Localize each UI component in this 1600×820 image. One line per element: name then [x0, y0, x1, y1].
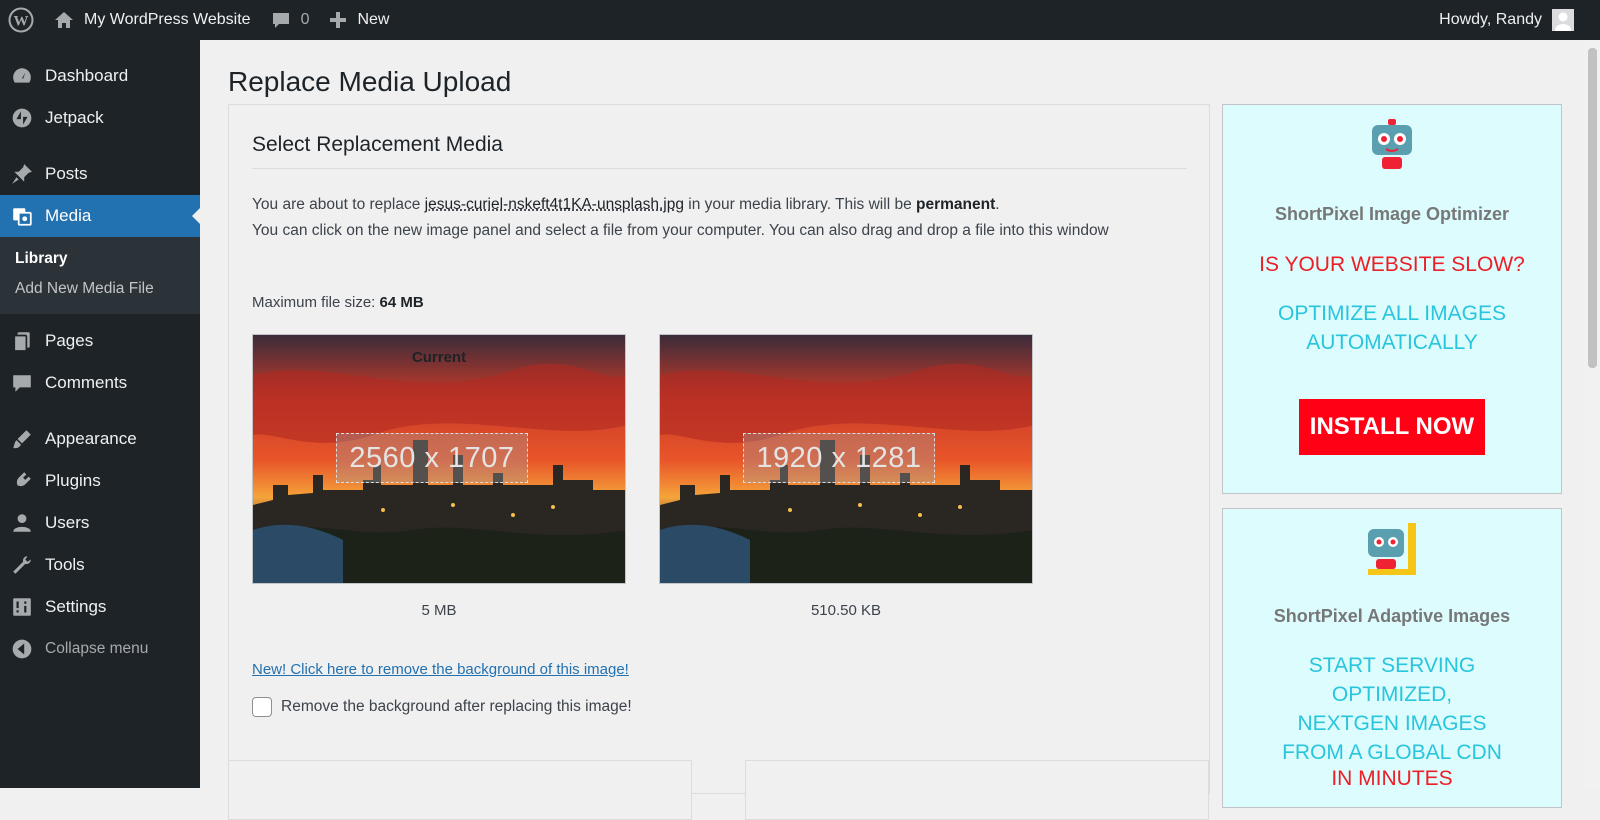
- pin-icon: [11, 163, 33, 185]
- sidebar-item-label: Settings: [45, 597, 106, 617]
- page-scrollbar[interactable]: [1584, 40, 1600, 788]
- sidebar-item-appearance[interactable]: Appearance: [0, 418, 200, 460]
- new-content-link[interactable]: New: [319, 0, 399, 40]
- shortpixel-optimizer-ad[interactable]: ShortPixel Image Optimizer IS YOUR WEBSI…: [1222, 104, 1562, 494]
- ad-line: AUTOMATICALLY: [1223, 328, 1561, 357]
- options-card-left: [228, 760, 692, 820]
- new-dimensions: 1920 x 1281: [743, 433, 935, 483]
- plugin-icon: [11, 470, 33, 492]
- divider: [252, 168, 1187, 169]
- replace-media-card: Select Replacement Media You are about t…: [228, 104, 1210, 794]
- sidebar-item-label: Posts: [45, 164, 88, 184]
- sidebar-item-dashboard[interactable]: Dashboard: [0, 55, 200, 97]
- current-file-size: 5 MB: [252, 602, 626, 619]
- admin-bar: W My WordPress Website 0 New Howdy, Rand…: [0, 0, 1600, 40]
- sidebar-item-label: Tools: [45, 555, 85, 575]
- sidebar-item-label: Comments: [45, 373, 127, 393]
- ad-line: START SERVING: [1223, 651, 1561, 680]
- remove-background-label: Remove the background after replacing th…: [281, 698, 632, 716]
- user-icon: [11, 512, 33, 534]
- ad-title: ShortPixel Image Optimizer: [1223, 204, 1561, 225]
- wordpress-logo-icon[interactable]: W: [0, 0, 44, 40]
- install-now-button[interactable]: INSTALL NOW: [1299, 399, 1485, 455]
- ad-line: OPTIMIZE ALL IMAGES: [1223, 299, 1561, 328]
- svg-text:W: W: [14, 14, 29, 30]
- my-account[interactable]: Howdy, Randy: [1439, 9, 1600, 31]
- new-image-panel[interactable]: 1920 x 1281: [659, 334, 1033, 584]
- sidebar-item-label: Users: [45, 513, 89, 533]
- site-name: My WordPress Website: [84, 11, 251, 29]
- submenu-item-add-new-media-file[interactable]: Add New Media File: [0, 274, 200, 304]
- ad-line: OPTIMIZED,: [1223, 680, 1561, 709]
- max-file-size: Maximum file size: 64 MB: [252, 294, 424, 311]
- comment-count: 0: [301, 11, 310, 29]
- ad-line: NEXTGEN IMAGES: [1223, 709, 1561, 738]
- ad-line: IN MINUTES: [1223, 767, 1561, 791]
- robot-icon: [1364, 117, 1420, 177]
- ad-title: ShortPixel Adaptive Images: [1223, 606, 1561, 627]
- filename: jesus-curiel-nskeft4t1KA-unsplash.jpg: [425, 196, 684, 213]
- options-card-right: [745, 760, 1209, 820]
- sidebar-item-plugins[interactable]: Plugins: [0, 460, 200, 502]
- replace-description: You are about to replace jesus-curiel-ns…: [252, 192, 1182, 244]
- jetpack-icon: [11, 107, 33, 129]
- sidebar-item-users[interactable]: Users: [0, 502, 200, 544]
- site-name-link[interactable]: My WordPress Website: [44, 0, 261, 40]
- sidebar-item-label: Dashboard: [45, 66, 128, 86]
- comments-link[interactable]: 0: [261, 0, 320, 40]
- instructions-text: You can click on the new image panel and…: [252, 222, 1109, 239]
- sidebar-item-label: Pages: [45, 331, 93, 351]
- settings-icon: [11, 596, 33, 618]
- media-submenu: Library Add New Media File: [0, 237, 200, 314]
- sidebar-item-posts[interactable]: Posts: [0, 153, 200, 195]
- comment-icon: [271, 10, 291, 30]
- sidebar-item-pages[interactable]: Pages: [0, 320, 200, 362]
- remove-background-link[interactable]: New! Click here to remove the background…: [252, 661, 629, 678]
- howdy-text: Howdy, Randy: [1439, 11, 1542, 29]
- robot-ruler-icon: [1364, 519, 1420, 579]
- sidebar-item-media[interactable]: Media: [0, 195, 200, 237]
- current-label: Current: [253, 349, 625, 366]
- home-icon: [54, 10, 74, 30]
- sidebar-item-label: Plugins: [45, 471, 101, 491]
- new-label: New: [357, 11, 389, 29]
- submenu-item-library[interactable]: Library: [0, 244, 200, 274]
- sidebar-item-label: Collapse menu: [45, 640, 148, 658]
- sidebar-item-jetpack[interactable]: Jetpack: [0, 97, 200, 139]
- sidebar-item-label: Appearance: [45, 429, 137, 449]
- sidebar-item-label: Jetpack: [45, 108, 104, 128]
- sidebar-item-label: Media: [45, 206, 91, 226]
- dashboard-icon: [11, 65, 33, 87]
- remove-background-option[interactable]: Remove the background after replacing th…: [252, 697, 632, 717]
- collapse-menu-button[interactable]: Collapse menu: [0, 628, 200, 670]
- scrollbar-thumb[interactable]: [1588, 48, 1597, 368]
- wrench-icon: [11, 554, 33, 576]
- current-image-panel: Current 2560 x 1707: [252, 334, 626, 584]
- main-content: Replace Media Upload Select Replacement …: [200, 40, 1600, 788]
- sidebar-item-comments[interactable]: Comments: [0, 362, 200, 404]
- sidebar-item-tools[interactable]: Tools: [0, 544, 200, 586]
- plus-icon: [329, 11, 347, 29]
- pages-icon: [11, 330, 33, 352]
- comment-icon: [11, 372, 33, 394]
- admin-sidebar: Dashboard Jetpack Posts Media Library Ad…: [0, 40, 200, 788]
- ad-headline: IS YOUR WEBSITE SLOW?: [1223, 253, 1561, 277]
- current-dimensions: 2560 x 1707: [336, 433, 528, 483]
- brush-icon: [11, 428, 33, 450]
- sidebar-item-settings[interactable]: Settings: [0, 586, 200, 628]
- ad-line: FROM A GLOBAL CDN: [1223, 738, 1561, 767]
- remove-background-checkbox[interactable]: [252, 697, 272, 717]
- avatar: [1552, 9, 1574, 31]
- media-icon: [11, 205, 33, 227]
- new-file-size: 510.50 KB: [659, 602, 1033, 619]
- permanent-text: permanent: [916, 196, 995, 213]
- collapse-icon: [11, 638, 33, 660]
- section-title: Select Replacement Media: [252, 133, 503, 157]
- page-title: Replace Media Upload: [228, 66, 511, 98]
- shortpixel-adaptive-ad[interactable]: ShortPixel Adaptive Images START SERVING…: [1222, 508, 1562, 808]
